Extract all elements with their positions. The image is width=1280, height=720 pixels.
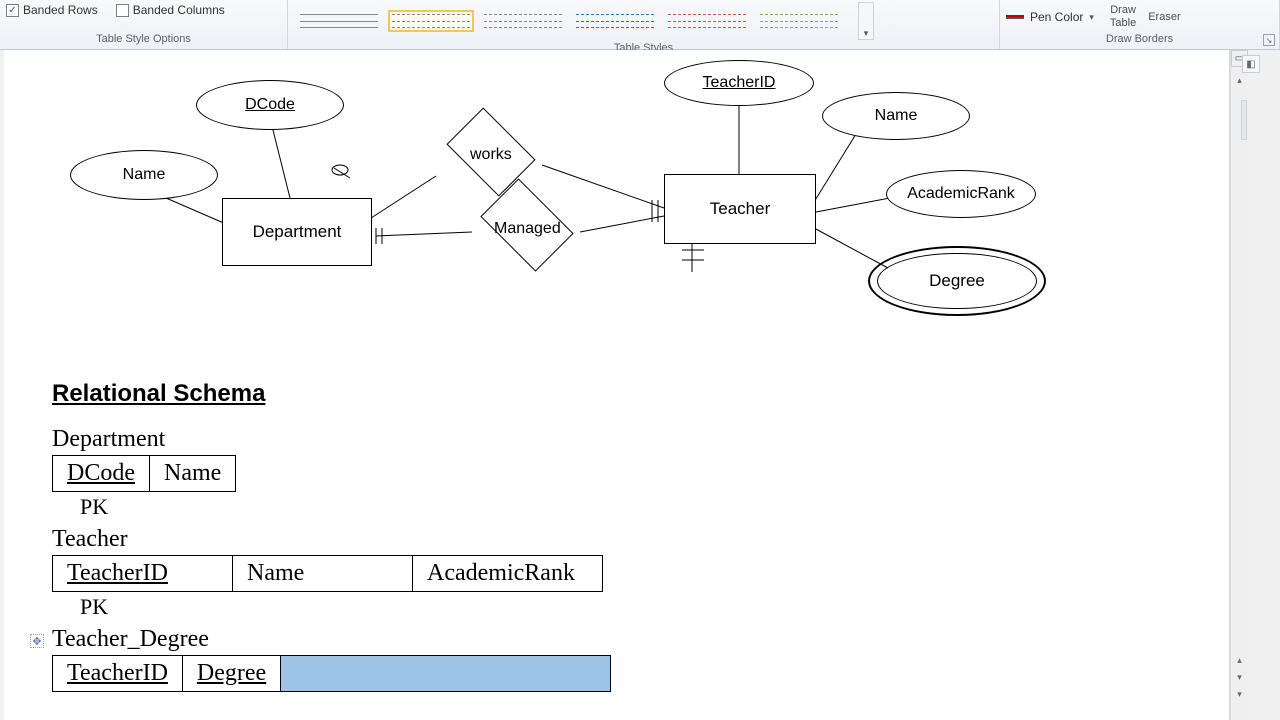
cell-selected[interactable]	[281, 656, 611, 692]
check-icon: ✓	[6, 4, 19, 17]
prev-page-icon[interactable]: ▴	[1231, 652, 1248, 669]
vertical-scrollbar[interactable]: ▭ ▴ ▴ ▾ ▾	[1230, 50, 1247, 720]
col-name[interactable]: Name	[150, 456, 236, 492]
gallery-more-button[interactable]: ▾	[858, 2, 874, 40]
attr-degree-multivalued: Degree	[868, 246, 1046, 316]
pen-color-button[interactable]: Pen Color	[1030, 10, 1083, 24]
schema-heading: Relational Schema	[52, 380, 611, 408]
next-page-icon[interactable]: ▾	[1231, 686, 1248, 703]
col-academicrank[interactable]: AcademicRank	[413, 556, 603, 592]
group-table-style-options: ✓ Banded Rows Banded Columns Table Style…	[0, 0, 288, 49]
pk-label: PK	[80, 494, 611, 520]
table-style-thumb-selected[interactable]	[392, 14, 470, 28]
table-style-thumb[interactable]	[484, 14, 562, 28]
eraser-button[interactable]: Eraser	[1148, 11, 1180, 24]
attr-academic-rank: AcademicRank	[886, 170, 1036, 218]
scroll-down-icon[interactable]: ▾	[1231, 669, 1248, 686]
draw-table-button[interactable]: Draw Table	[1110, 4, 1136, 30]
checkbox-label: Banded Columns	[133, 3, 225, 17]
table-style-thumb[interactable]	[576, 14, 654, 28]
table-title-teacher-degree: Teacher_Degree	[52, 626, 611, 653]
col-degree[interactable]: Degree	[182, 656, 280, 692]
col-teacherid[interactable]: TeacherID	[53, 556, 233, 592]
table-title-teacher: Teacher	[52, 526, 611, 553]
checkbox-label: Banded Rows	[23, 3, 98, 17]
col-name[interactable]: Name	[233, 556, 413, 592]
attr-teacher-id: TeacherID	[664, 60, 814, 106]
table-style-thumb[interactable]	[300, 14, 378, 28]
table-teacher-degree[interactable]: TeacherID Degree	[52, 655, 611, 692]
entity-teacher: Teacher	[664, 174, 816, 244]
pk-label: PK	[80, 594, 611, 620]
entity-department: Department	[222, 198, 372, 266]
checkbox-empty-icon	[116, 4, 129, 17]
split-handle-icon[interactable]	[1241, 100, 1247, 140]
group-draw-borders: Pen Color ▾ Draw Table Eraser Draw Borde…	[1000, 0, 1280, 49]
sidepanel-toggle-icon[interactable]: ◧	[1242, 55, 1260, 73]
checkbox-banded-rows[interactable]: ✓ Banded Rows	[6, 3, 98, 17]
scroll-up-icon[interactable]: ▴	[1231, 72, 1248, 89]
col-dcode[interactable]: DCode	[53, 456, 150, 492]
attr-name-right: Name	[822, 92, 970, 140]
table-anchor-icon[interactable]: ✥	[30, 634, 44, 648]
group-label: Table Style Options	[6, 31, 281, 47]
table-title-department: Department	[52, 426, 611, 453]
ribbon: ✓ Banded Rows Banded Columns Table Style…	[0, 0, 1280, 50]
table-style-thumb[interactable]	[668, 14, 746, 28]
group-label: Draw Borders	[1006, 31, 1273, 47]
table-row: TeacherID Degree	[53, 656, 611, 692]
table-department: DCode Name	[52, 455, 236, 492]
table-row: TeacherID Name AcademicRank	[53, 556, 603, 592]
table-style-thumb[interactable]	[760, 14, 838, 28]
attr-name-left: Name	[70, 150, 218, 200]
relational-schema: Relational Schema Department DCode Name …	[52, 380, 611, 692]
chevron-down-icon[interactable]: ▾	[1089, 12, 1094, 23]
workspace: DCode Name TeacherID Name AcademicRank D…	[0, 50, 1280, 720]
col-teacherid[interactable]: TeacherID	[53, 656, 183, 692]
attr-dcode: DCode	[196, 80, 344, 130]
dialog-launcher-icon[interactable]: ↘	[1263, 34, 1275, 46]
group-table-styles: ▾ Table Styles	[288, 0, 1000, 49]
table-teacher: TeacherID Name AcademicRank	[52, 555, 603, 592]
pen-color-swatch-icon	[1006, 15, 1024, 19]
table-row: DCode Name	[53, 456, 236, 492]
document-page: DCode Name TeacherID Name AcademicRank D…	[4, 50, 1230, 720]
checkbox-banded-columns[interactable]: Banded Columns	[116, 3, 225, 17]
